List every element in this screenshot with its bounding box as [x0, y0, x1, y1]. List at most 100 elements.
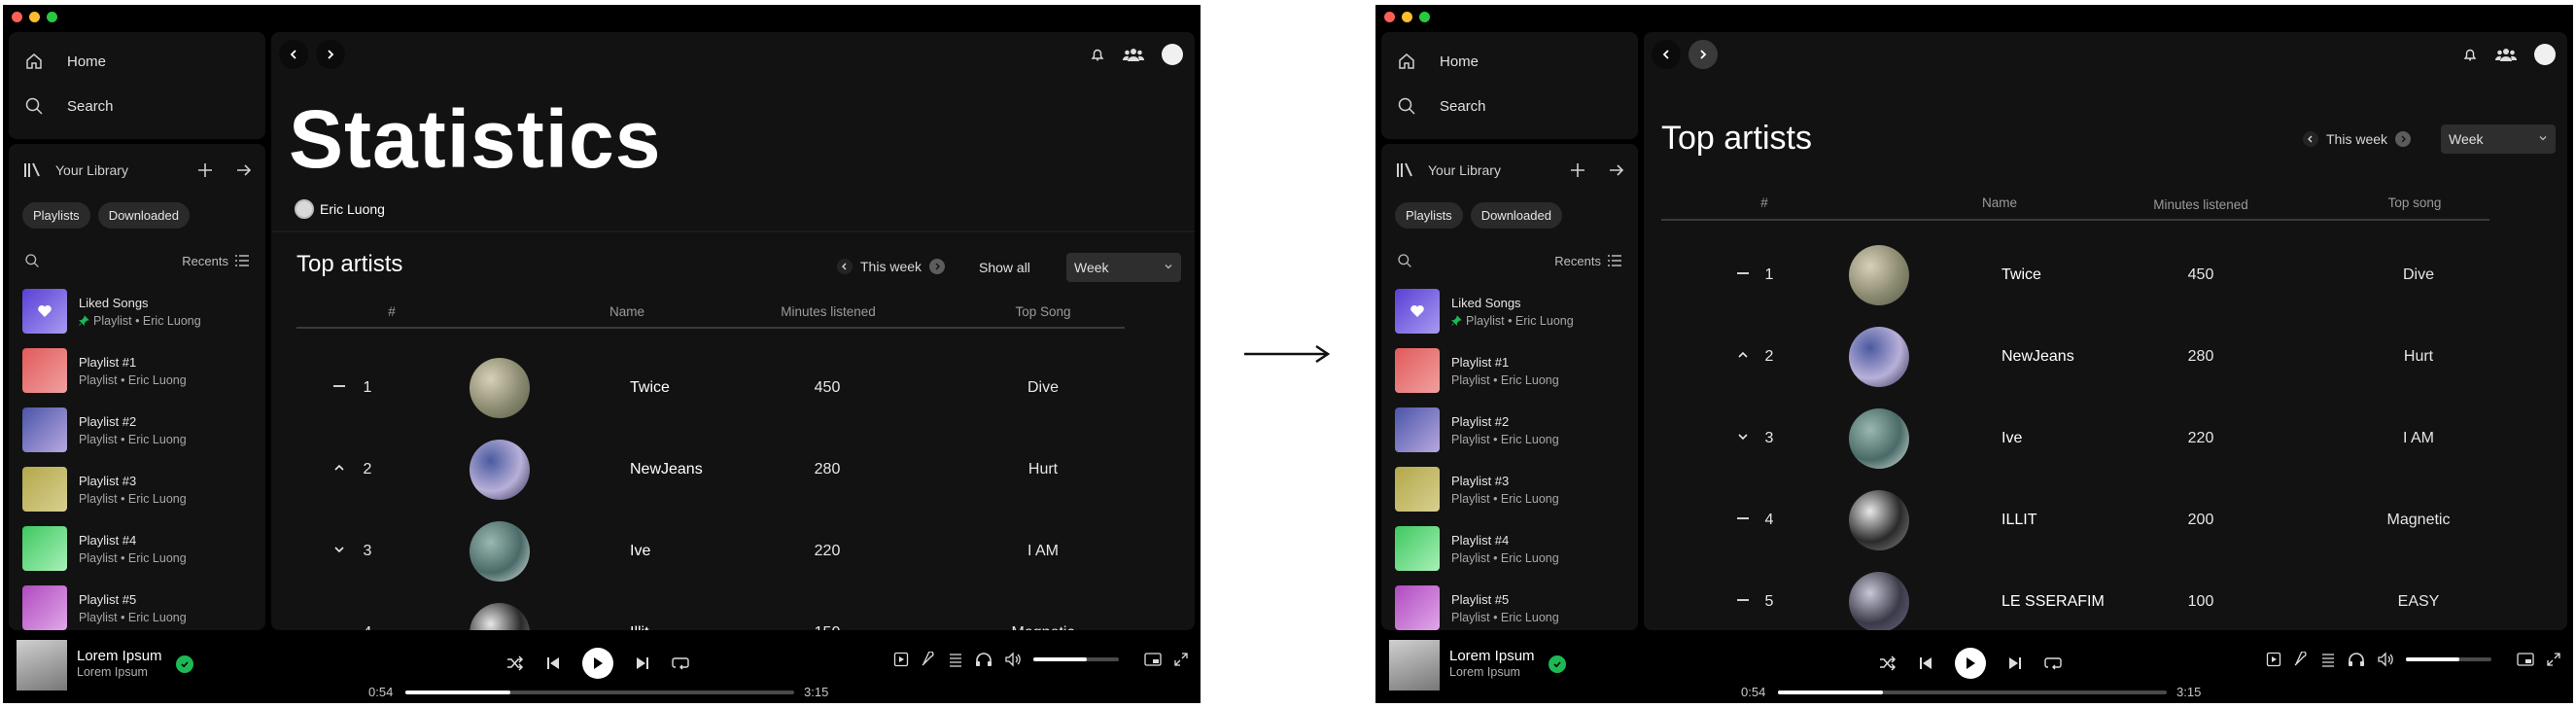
- shuffle-icon[interactable]: [1879, 655, 1897, 671]
- table-row[interactable]: 4 Illit 150 Magnetic: [271, 599, 1195, 630]
- lyrics-icon[interactable]: [921, 652, 936, 667]
- next-track-icon[interactable]: [2007, 655, 2023, 671]
- forward-button[interactable]: [316, 40, 345, 69]
- playlist-item[interactable]: Liked Songs Playlist • Eric Luong: [22, 288, 256, 335]
- artist-photo[interactable]: [1849, 327, 1909, 387]
- nav-home[interactable]: Home: [24, 50, 106, 73]
- arrow-right-icon[interactable]: [1607, 160, 1626, 180]
- friends-icon[interactable]: [1123, 47, 1144, 62]
- playlist-item[interactable]: Playlist #1 Playlist • Eric Luong: [22, 347, 256, 394]
- playlist-item[interactable]: Playlist #5 Playlist • Eric Luong: [22, 584, 256, 630]
- lyrics-icon[interactable]: [2293, 652, 2309, 667]
- sort-recents[interactable]: Recents: [182, 254, 228, 268]
- now-playing-artist[interactable]: Lorem Ipsum: [1449, 665, 1520, 679]
- connect-device-icon[interactable]: [975, 652, 992, 667]
- volume-slider[interactable]: [2406, 657, 2491, 661]
- volume-icon[interactable]: [2377, 652, 2394, 667]
- artist-photo[interactable]: [470, 358, 530, 418]
- chip-playlists[interactable]: Playlists: [22, 202, 90, 229]
- artist-name[interactable]: Twice: [2002, 266, 2041, 284]
- table-row[interactable]: 5 LE SSERAFIM 100 EASY: [1644, 568, 2567, 630]
- list-view-icon[interactable]: [1607, 253, 1622, 268]
- nav-search[interactable]: Search: [1397, 94, 1486, 118]
- fullscreen-icon[interactable]: [2546, 652, 2561, 667]
- back-button[interactable]: [1652, 40, 1681, 69]
- next-week-button[interactable]: [929, 259, 946, 274]
- maximize-window-button[interactable]: [1419, 12, 1430, 22]
- chip-downloaded[interactable]: Downloaded: [97, 202, 190, 229]
- search-library-icon[interactable]: [24, 253, 40, 268]
- table-row[interactable]: 2 NewJeans 280 Hurt: [271, 436, 1195, 504]
- playlist-item[interactable]: Playlist #5 Playlist • Eric Luong: [1395, 584, 1628, 630]
- arrow-right-icon[interactable]: [234, 160, 254, 180]
- now-playing-cover[interactable]: [17, 640, 67, 690]
- volume-icon[interactable]: [1004, 652, 1022, 667]
- mini-player-icon[interactable]: [2517, 652, 2534, 667]
- forward-button[interactable]: [1688, 40, 1718, 69]
- close-window-button[interactable]: [1384, 12, 1395, 22]
- artist-photo[interactable]: [470, 440, 530, 500]
- play-button[interactable]: [582, 648, 613, 679]
- mini-player-icon[interactable]: [1144, 652, 1162, 667]
- period-select[interactable]: Week: [2441, 124, 2556, 154]
- minimize-window-button[interactable]: [29, 12, 40, 22]
- library-icon[interactable]: [22, 160, 42, 180]
- artist-name[interactable]: LE SSERAFIM: [2002, 593, 2105, 611]
- playlist-item[interactable]: Playlist #3 Playlist • Eric Luong: [1395, 466, 1628, 513]
- volume-slider[interactable]: [1033, 657, 1119, 661]
- artist-photo[interactable]: [1849, 572, 1909, 630]
- chip-playlists[interactable]: Playlists: [1395, 202, 1463, 229]
- chip-downloaded[interactable]: Downloaded: [1470, 202, 1562, 229]
- artist-name[interactable]: NewJeans: [630, 461, 703, 478]
- now-playing-cover[interactable]: [1389, 640, 1440, 690]
- plus-icon[interactable]: [1568, 160, 1587, 180]
- next-track-icon[interactable]: [635, 655, 650, 671]
- maximize-window-button[interactable]: [47, 12, 57, 22]
- nav-search[interactable]: Search: [24, 94, 114, 118]
- bell-icon[interactable]: [2462, 47, 2478, 62]
- playlist-item[interactable]: Playlist #4 Playlist • Eric Luong: [22, 525, 256, 572]
- play-button[interactable]: [1955, 648, 1986, 679]
- artist-photo[interactable]: [1849, 245, 1909, 305]
- playlist-item[interactable]: Playlist #1 Playlist • Eric Luong: [1395, 347, 1628, 394]
- progress-bar[interactable]: [405, 690, 794, 694]
- profile-avatar[interactable]: [2534, 44, 2556, 65]
- prev-week-button[interactable]: [2303, 131, 2318, 147]
- saved-check-icon[interactable]: [1549, 655, 1566, 673]
- artist-name[interactable]: Ive: [630, 543, 650, 560]
- table-row[interactable]: 4 ILLIT 200 Magnetic: [1644, 486, 2567, 554]
- nav-home[interactable]: Home: [1397, 50, 1479, 73]
- now-playing-title[interactable]: Lorem Ipsum: [77, 648, 162, 664]
- artist-photo[interactable]: [1849, 490, 1909, 550]
- table-row[interactable]: 3 Ive 220 I AM: [1644, 405, 2567, 473]
- table-row[interactable]: 2 NewJeans 280 Hurt: [1644, 323, 2567, 391]
- artist-name[interactable]: ILLIT: [2002, 512, 2036, 529]
- bell-icon[interactable]: [1090, 47, 1105, 62]
- now-playing-title[interactable]: Lorem Ipsum: [1449, 648, 1535, 664]
- now-playing-view-icon[interactable]: [893, 652, 909, 667]
- artist-name[interactable]: Ive: [2002, 430, 2022, 447]
- next-week-button[interactable]: [2395, 131, 2412, 147]
- artist-name[interactable]: Twice: [630, 379, 670, 397]
- progress-bar[interactable]: [1778, 690, 2167, 694]
- friends-icon[interactable]: [2495, 47, 2517, 62]
- now-playing-artist[interactable]: Lorem Ipsum: [77, 665, 148, 679]
- prev-week-button[interactable]: [837, 259, 853, 274]
- artist-name[interactable]: Illit: [630, 624, 649, 630]
- table-row[interactable]: 1 Twice 450 Dive: [1644, 241, 2567, 309]
- search-library-icon[interactable]: [1397, 253, 1412, 268]
- back-button[interactable]: [279, 40, 308, 69]
- show-all-link[interactable]: Show all: [979, 260, 1030, 275]
- now-playing-view-icon[interactable]: [2266, 652, 2281, 667]
- repeat-icon[interactable]: [672, 655, 689, 671]
- table-row[interactable]: 3 Ive 220 I AM: [271, 517, 1195, 585]
- shuffle-icon[interactable]: [506, 655, 524, 671]
- previous-track-icon[interactable]: [1918, 655, 1933, 671]
- previous-track-icon[interactable]: [545, 655, 561, 671]
- table-row[interactable]: 1 Twice 450 Dive: [271, 354, 1195, 422]
- artist-photo[interactable]: [470, 521, 530, 582]
- sort-recents[interactable]: Recents: [1554, 254, 1601, 268]
- plus-icon[interactable]: [195, 160, 215, 180]
- playlist-item[interactable]: Playlist #2 Playlist • Eric Luong: [1395, 407, 1628, 453]
- playlist-item[interactable]: Playlist #2 Playlist • Eric Luong: [22, 407, 256, 453]
